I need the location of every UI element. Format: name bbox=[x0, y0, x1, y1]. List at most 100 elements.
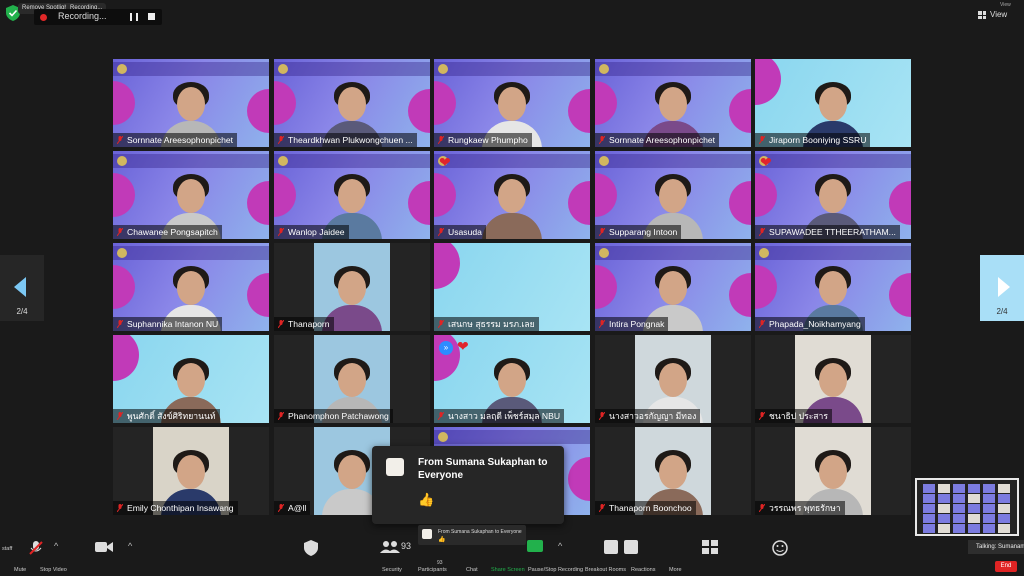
participant-name-text: Phanomphon Patchawong bbox=[288, 411, 389, 421]
participant-tile[interactable]: ชนาธิป ประสาร bbox=[755, 335, 911, 423]
chat-notification[interactable]: From Sumana Sukaphan to Everyone 👍 bbox=[372, 446, 564, 524]
view-button[interactable]: View View bbox=[976, 2, 1016, 24]
participant-tile[interactable]: Sornnate Areesophonpichet bbox=[595, 59, 751, 147]
talking-indicator: Talking: Sumanam bbox=[968, 540, 1024, 554]
chat-button[interactable]: Chat bbox=[466, 567, 478, 573]
participant-tile[interactable]: Emily Chonthipan Insawang bbox=[113, 427, 269, 515]
participant-name-text: นางสาว มลฤดี เพ็ชร์สมุล NBU bbox=[448, 411, 561, 421]
participant-name-text: Phapada_Noikhamyang bbox=[769, 319, 861, 329]
participant-tile[interactable]: เสนกษ สุธรรม มรภ.เลย bbox=[434, 243, 590, 331]
participant-tile[interactable]: ❤ SUPAWADEE TTHEERATHAM... bbox=[755, 151, 911, 239]
participant-tile[interactable]: Wanlop Jaidee bbox=[274, 151, 430, 239]
participant-tile[interactable]: Thanaporn bbox=[274, 243, 430, 331]
participant-name: Intira Pongnak bbox=[595, 317, 669, 331]
video-camera-icon[interactable] bbox=[95, 540, 113, 554]
thumbnail-tile bbox=[923, 514, 935, 523]
microphone-muted-icon[interactable] bbox=[28, 540, 44, 556]
participant-name: Jiraporn Booniying SSRU bbox=[755, 133, 871, 147]
video-options-chevron-icon[interactable]: ^ bbox=[128, 541, 132, 551]
thumbnail-tile bbox=[998, 514, 1010, 523]
participant-tile[interactable]: Phanomphon Patchawong bbox=[274, 335, 430, 423]
reactions-button[interactable]: Reactions bbox=[631, 567, 655, 573]
heart-reaction-icon: ❤ bbox=[439, 154, 451, 170]
stop-recording-big-icon[interactable] bbox=[624, 540, 638, 554]
participant-name-text: Wanlop Jaidee bbox=[288, 227, 345, 237]
end-meeting-button[interactable]: End bbox=[995, 561, 1017, 572]
share-screen-button[interactable]: Share Screen bbox=[491, 567, 525, 573]
thumbnail-tile bbox=[938, 494, 950, 503]
thumbnail-tile bbox=[938, 484, 950, 493]
participant-tile[interactable]: วรรณพร พุทธรักษา bbox=[755, 427, 911, 515]
participant-tile[interactable]: Jiraporn Booniying SSRU bbox=[755, 59, 911, 147]
sender-avatar bbox=[386, 458, 404, 476]
self-view-thumbnail[interactable] bbox=[915, 478, 1019, 536]
participant-name: พูนศักดิ์ สังข์ศิริทยานนท์ bbox=[113, 409, 220, 423]
chat-preview[interactable]: From Sumana Sukaphan to Everyone 👍 bbox=[418, 525, 526, 545]
participant-name: นางสาว มลฤดี เพ็ชร์สมุล NBU bbox=[434, 409, 565, 423]
participant-tile[interactable]: Thanaporn Boonchoo bbox=[595, 427, 751, 515]
participant-name-text: Theardkhwan Plukwongchuen ... bbox=[288, 135, 413, 145]
participant-tile[interactable]: Suphannika Intanon NU bbox=[113, 243, 269, 331]
security-button[interactable]: Security bbox=[382, 567, 402, 573]
participant-name: เสนกษ สุธรรม มรภ.เลย bbox=[434, 317, 539, 331]
top-bar: Remove Spotlight Recording... Recording.… bbox=[0, 0, 1024, 26]
previous-page-button[interactable]: 2/4 bbox=[0, 255, 44, 321]
muted-mic-icon bbox=[117, 228, 123, 236]
participant-tile[interactable]: Chawanee Pongsapitch bbox=[113, 151, 269, 239]
participant-tile[interactable]: Rungkaew Phumpho bbox=[434, 59, 590, 147]
participant-name: ชนาธิป ประสาร bbox=[755, 409, 832, 423]
participant-tile[interactable]: Phapada_Noikhamyang bbox=[755, 243, 911, 331]
thumbnail-tile bbox=[953, 484, 965, 493]
mute-options-chevron-icon[interactable]: ^ bbox=[54, 541, 58, 551]
participant-tile[interactable]: Intira Pongnak bbox=[595, 243, 751, 331]
participant-tile[interactable]: Theardkhwan Plukwongchuen ... bbox=[274, 59, 430, 147]
pause-recording-big-icon[interactable] bbox=[604, 540, 618, 554]
participant-tile[interactable]: พูนศักดิ์ สังข์ศิริทยานนท์ bbox=[113, 335, 269, 423]
participant-name: Phapada_Noikhamyang bbox=[755, 317, 865, 331]
stop-video-button[interactable]: Stop Video bbox=[40, 567, 67, 573]
pause-recording-icon[interactable] bbox=[130, 13, 138, 21]
stop-recording-icon[interactable] bbox=[148, 13, 155, 20]
thumbnail-tile bbox=[953, 514, 965, 523]
participant-tile[interactable]: Supparang Intoon bbox=[595, 151, 751, 239]
muted-mic-icon bbox=[278, 136, 284, 144]
thumbnail-tile bbox=[953, 494, 965, 503]
more-button[interactable]: More bbox=[669, 567, 682, 573]
participant-tile[interactable]: Sornnate Areesophonpichet bbox=[113, 59, 269, 147]
muted-mic-icon bbox=[278, 320, 284, 328]
security-shield-icon[interactable] bbox=[304, 540, 318, 556]
chat-preview-message: 👍 bbox=[438, 537, 446, 543]
participant-tile[interactable]: ❤ Usasuda bbox=[434, 151, 590, 239]
slide-header-band bbox=[113, 62, 269, 76]
mute-button[interactable]: Mute bbox=[14, 567, 26, 573]
slide-header-band bbox=[113, 246, 269, 260]
arrow-right-icon bbox=[998, 277, 1010, 297]
reactions-icon[interactable] bbox=[772, 540, 788, 556]
breakout-rooms-button[interactable]: Breakout Rooms bbox=[585, 567, 626, 573]
next-page-button[interactable]: 2/4 bbox=[980, 255, 1024, 321]
participant-name-text: Jiraporn Booniying SSRU bbox=[769, 135, 867, 145]
participants-icon[interactable] bbox=[380, 540, 400, 554]
share-screen-big-icon[interactable] bbox=[527, 540, 543, 552]
participants-button[interactable]: Participants bbox=[418, 567, 447, 573]
thumbnail-tile bbox=[923, 494, 935, 503]
participant-tile[interactable]: นางสาวอรกัญญา มีทอง bbox=[595, 335, 751, 423]
breakout-rooms-icon[interactable] bbox=[702, 540, 718, 554]
participant-name-text: Thanaporn bbox=[288, 319, 330, 329]
thumbnail-tile bbox=[923, 504, 935, 513]
pause-stop-recording-button[interactable]: Pause/Stop Recording bbox=[528, 567, 583, 573]
participant-name: Sornnate Areesophonpichet bbox=[595, 133, 720, 147]
participant-avatar bbox=[477, 169, 547, 239]
participant-name-text: Usasuda bbox=[448, 227, 482, 237]
page-indicator-left: 2/4 bbox=[16, 307, 28, 316]
participant-tile[interactable]: » ❤ นางสาว มลฤดี เพ็ชร์สมุล NBU bbox=[434, 335, 590, 423]
participant-name-text: A@ll bbox=[288, 503, 307, 513]
participant-name-text: นางสาวอรกัญญา มีทอง bbox=[609, 411, 697, 421]
thumbnail-tile bbox=[938, 524, 950, 533]
muted-mic-icon bbox=[759, 412, 765, 420]
muted-mic-icon bbox=[438, 136, 444, 144]
arrow-left-icon bbox=[14, 277, 26, 297]
share-options-chevron-icon[interactable]: ^ bbox=[558, 541, 562, 551]
muted-mic-icon bbox=[759, 504, 765, 512]
muted-mic-icon bbox=[599, 412, 605, 420]
